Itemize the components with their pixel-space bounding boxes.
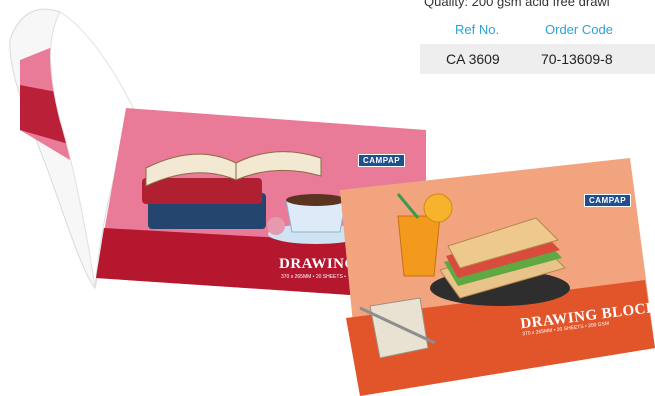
ref-no-header: Ref No.	[455, 22, 500, 37]
order-code-value: 70-13609-8	[541, 51, 613, 67]
pad-subtitle: 370 x 265MM • 20 SHEETS •	[281, 274, 346, 280]
quality-description: Quality: 200 gsm acid free drawi	[424, 0, 610, 9]
campap-logo: CAMPAP	[584, 194, 632, 207]
order-code-header: Order Code	[545, 22, 613, 37]
drawing-pad-peach: CAMPAP DRAWING BLOCK 370 x 265MM • 20 SH…	[340, 158, 655, 396]
ref-no-value: CA 3609	[446, 51, 500, 67]
